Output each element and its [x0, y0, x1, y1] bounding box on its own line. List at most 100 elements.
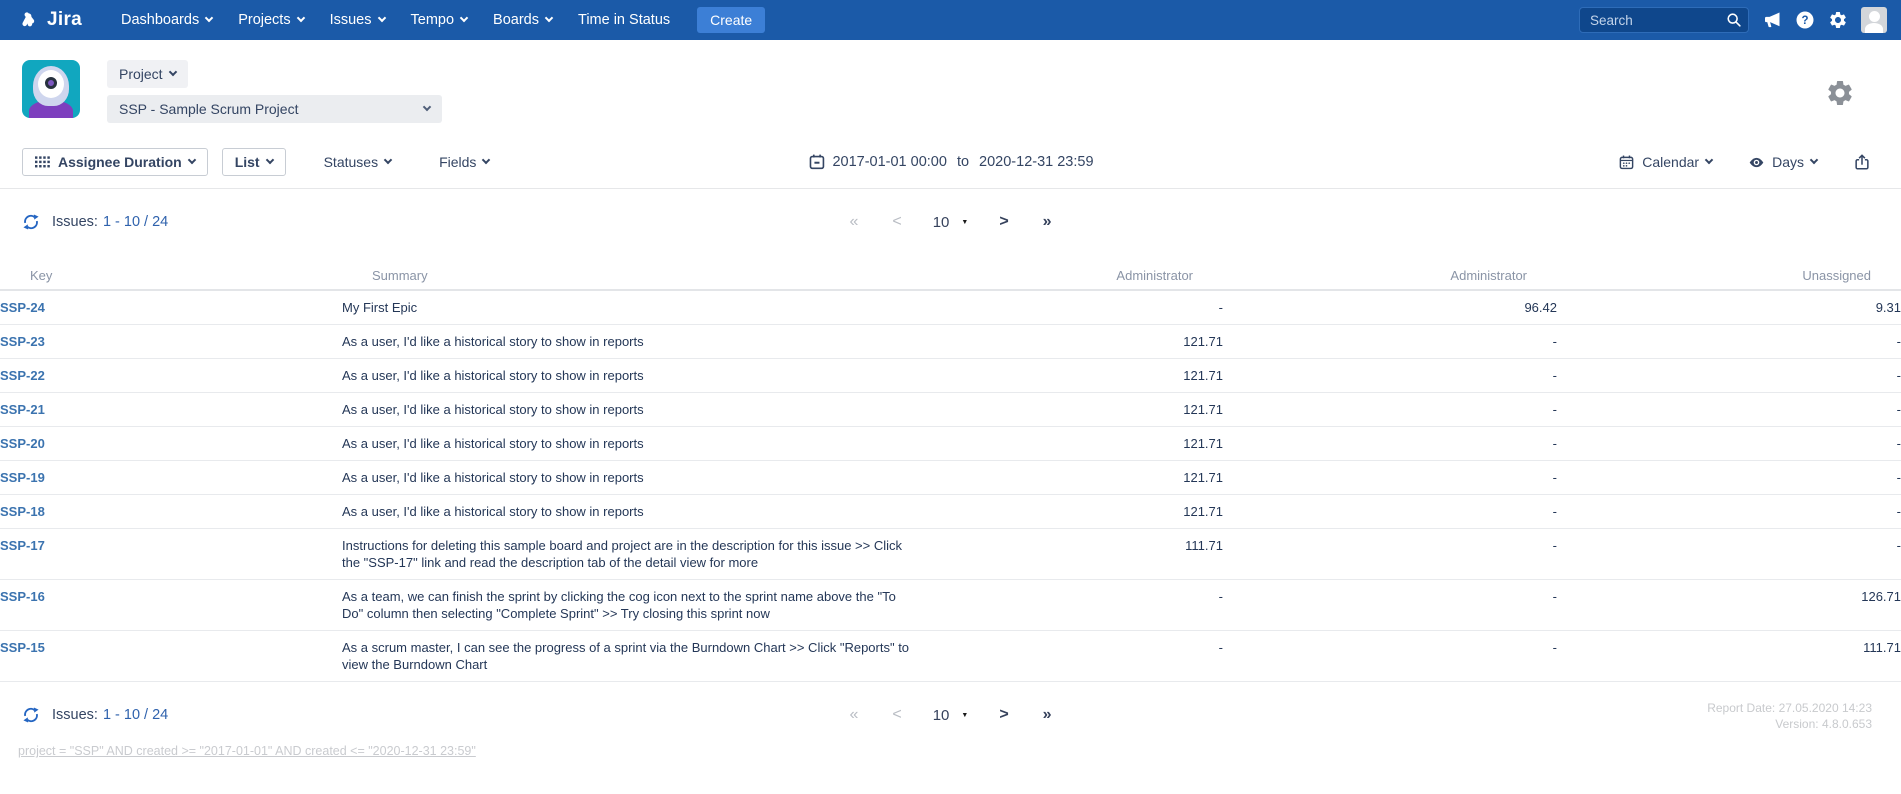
- fields-dropdown[interactable]: Fields: [439, 154, 489, 170]
- user-avatar[interactable]: [1861, 7, 1887, 33]
- issue-key-cell: SSP-24: [0, 299, 342, 316]
- first-page-button[interactable]: «: [849, 213, 858, 231]
- issue-key-cell: SSP-15: [0, 639, 342, 656]
- issue-key-link[interactable]: SSP-23: [0, 334, 45, 349]
- duration-value: 126.71: [1557, 588, 1901, 605]
- issue-summary: My First Epic: [342, 299, 923, 316]
- column-header: Unassigned: [1527, 268, 1871, 283]
- issue-key-link[interactable]: SSP-16: [0, 589, 45, 604]
- search-icon[interactable]: [1726, 12, 1742, 28]
- logo-text: Jira: [47, 9, 82, 31]
- chevron-down-icon: [1810, 156, 1818, 164]
- search-input[interactable]: [1579, 7, 1749, 33]
- table-row: SSP-17 Instructions for deleting this sa…: [0, 529, 1901, 580]
- prev-page-button[interactable]: <: [892, 213, 901, 231]
- select-arrow-icon: ▼: [961, 712, 968, 719]
- project-avatar: [22, 60, 80, 118]
- help-icon[interactable]: ?: [1795, 10, 1815, 30]
- refresh-icon[interactable]: [22, 213, 40, 231]
- nav-item-label: Tempo: [411, 12, 455, 28]
- issues-bar-bottom: Issues: 1 - 10 / 24 « < 10 ▼ > » Report …: [0, 698, 1901, 732]
- settings-icon[interactable]: [1828, 10, 1848, 30]
- date-separator: to: [957, 154, 969, 170]
- next-page-button[interactable]: >: [999, 706, 1008, 724]
- last-page-button[interactable]: »: [1043, 213, 1052, 231]
- date-from: 2017-01-01 00:00: [832, 154, 947, 170]
- duration-value: 96.42: [1223, 299, 1557, 316]
- calendar-dropdown[interactable]: Calendar: [1618, 154, 1712, 171]
- units-dropdown[interactable]: Days: [1748, 154, 1817, 171]
- issue-key-link[interactable]: SSP-18: [0, 504, 45, 519]
- date-to: 2020-12-31 23:59: [979, 154, 1094, 170]
- create-button[interactable]: Create: [697, 7, 765, 33]
- view-dropdown[interactable]: List: [222, 148, 286, 176]
- page-size-value: 10: [933, 214, 950, 231]
- chevron-down-icon: [423, 103, 431, 111]
- page-size-value: 10: [933, 707, 950, 724]
- chevron-down-icon: [205, 14, 213, 22]
- export-icon[interactable]: [1853, 153, 1871, 171]
- refresh-icon[interactable]: [22, 706, 40, 724]
- table-row: SSP-21 As a user, I'd like a historical …: [0, 393, 1901, 427]
- nav-item-dashboards[interactable]: Dashboards: [108, 0, 225, 40]
- date-range-picker[interactable]: 2017-01-01 00:00 to 2020-12-31 23:59: [807, 153, 1093, 171]
- nav-item-label: Boards: [493, 12, 539, 28]
- statuses-label: Statuses: [324, 154, 378, 170]
- issue-key-link[interactable]: SSP-15: [0, 640, 45, 655]
- report-date: Report Date: 27.05.2020 14:23: [1707, 700, 1872, 716]
- nav-item-label: Time in Status: [578, 12, 670, 28]
- issue-key-cell: SSP-21: [0, 401, 342, 418]
- table-header-row: KeySummaryAdministratorAdministratorUnas…: [0, 261, 1901, 291]
- report-type-dropdown[interactable]: Assignee Duration: [22, 148, 208, 176]
- nav-item-projects[interactable]: Projects: [225, 0, 316, 40]
- issue-key-link[interactable]: SSP-20: [0, 436, 45, 451]
- chevron-down-icon: [187, 156, 195, 164]
- duration-value: -: [1223, 469, 1557, 486]
- project-select-value: SSP - Sample Scrum Project: [119, 101, 298, 117]
- nav-item-issues[interactable]: Issues: [317, 0, 398, 40]
- issue-key-cell: SSP-16: [0, 588, 342, 605]
- page-size-select[interactable]: 10 ▼: [933, 707, 969, 724]
- duration-value: -: [1557, 537, 1901, 554]
- jql-query-link[interactable]: project = "SSP" AND created >= "2017-01-…: [18, 744, 476, 758]
- top-navbar: Jira DashboardsProjectsIssues Tempo Boards…: [0, 0, 1901, 40]
- table-row: SSP-16 As a team, we can finish the spri…: [0, 580, 1901, 631]
- calendar-grid-icon: [1618, 154, 1635, 171]
- issue-key-link[interactable]: SSP-17: [0, 538, 45, 553]
- page-size-select[interactable]: 10 ▼: [933, 214, 969, 231]
- table-row: SSP-15 As a scrum master, I can see the …: [0, 631, 1901, 682]
- pagination-top: « < 10 ▼ > »: [832, 213, 1068, 231]
- project-avatar-eye: [45, 77, 57, 89]
- duration-value: 111.71: [1557, 639, 1901, 656]
- gear-icon[interactable]: [1825, 78, 1855, 113]
- column-header: Summary: [372, 268, 893, 283]
- nav-item-time-in-status[interactable]: Time in Status: [565, 0, 683, 40]
- project-type-dropdown[interactable]: Project: [107, 60, 188, 88]
- pagination-bottom: « < 10 ▼ > »: [832, 706, 1068, 724]
- announcement-icon[interactable]: [1762, 10, 1782, 30]
- next-page-button[interactable]: >: [999, 213, 1008, 231]
- select-arrow-icon: ▼: [961, 219, 968, 226]
- project-type-label: Project: [119, 66, 163, 82]
- nav-item-tempo[interactable]: Tempo: [398, 0, 481, 40]
- jira-logo[interactable]: Jira: [18, 9, 82, 31]
- issue-key-link[interactable]: SSP-19: [0, 470, 45, 485]
- column-header: Administrator: [893, 268, 1193, 283]
- fields-label: Fields: [439, 154, 476, 170]
- issue-summary: As a user, I'd like a historical story t…: [342, 401, 923, 418]
- duration-value: -: [923, 639, 1223, 656]
- nav-item-boards[interactable]: Boards: [480, 0, 565, 40]
- chevron-down-icon: [377, 14, 385, 22]
- last-page-button[interactable]: »: [1043, 706, 1052, 724]
- first-page-button[interactable]: «: [849, 706, 858, 724]
- table-row: SSP-23 As a user, I'd like a historical …: [0, 325, 1901, 359]
- issue-key-link[interactable]: SSP-22: [0, 368, 45, 383]
- prev-page-button[interactable]: <: [892, 706, 901, 724]
- table-row: SSP-20 As a user, I'd like a historical …: [0, 427, 1901, 461]
- report-type-label: Assignee Duration: [58, 154, 182, 170]
- project-select[interactable]: SSP - Sample Scrum Project: [107, 95, 442, 123]
- issue-key-link[interactable]: SSP-21: [0, 402, 45, 417]
- statuses-dropdown[interactable]: Statuses: [324, 154, 391, 170]
- issue-key-link[interactable]: SSP-24: [0, 300, 45, 315]
- duration-value: -: [1223, 401, 1557, 418]
